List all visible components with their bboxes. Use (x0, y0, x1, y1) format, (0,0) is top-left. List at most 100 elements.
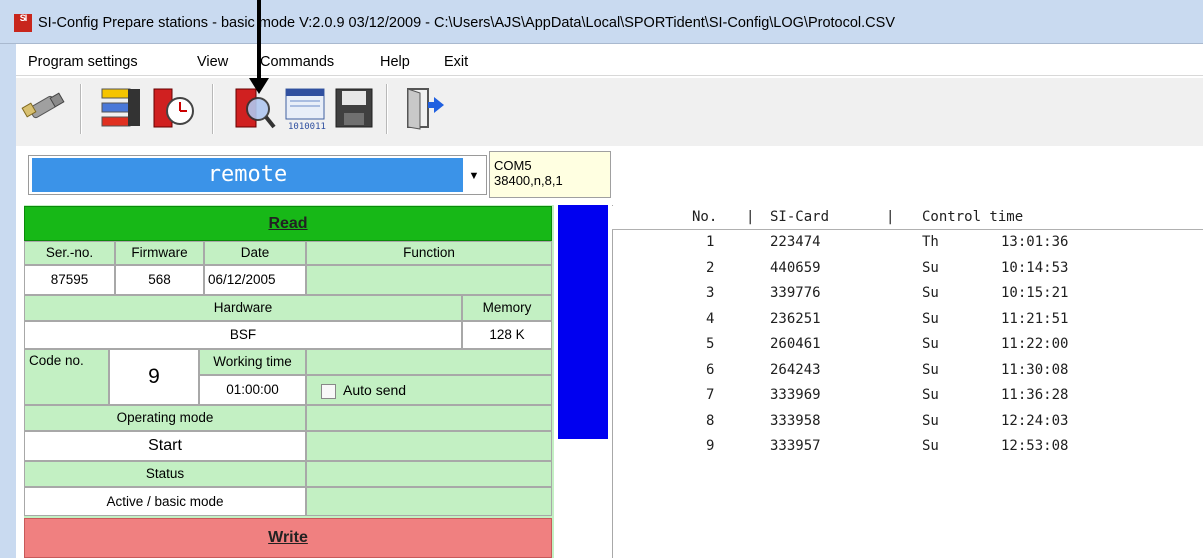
hardware-value: BSF (24, 321, 462, 349)
read-button-label: Read (268, 215, 308, 232)
date-header: Date (204, 241, 306, 265)
row-time: 10:15:21 (1001, 285, 1069, 301)
row-card: 339776 (770, 285, 821, 301)
row-card: 264243 (770, 362, 821, 378)
row-no: 5 (706, 336, 715, 352)
col-card-header: SI-Card (770, 209, 830, 225)
annotation-arrow-head (249, 78, 269, 94)
operating-mode-spacer (306, 405, 552, 431)
col-no-header: No. (692, 209, 718, 225)
serial-header: Ser.-no. (24, 241, 115, 265)
clock-station-icon[interactable] (150, 83, 198, 133)
row-day: Su (922, 413, 939, 429)
row-card: 333957 (770, 438, 821, 454)
row-time: 11:21:51 (1001, 311, 1069, 327)
auto-send-checkbox[interactable] (321, 384, 336, 399)
memory-header: Memory (462, 295, 552, 321)
row-no: 2 (706, 260, 715, 276)
serial-value: 87595 (24, 265, 115, 295)
status-header: Status (24, 461, 306, 487)
row-card: 223474 (770, 234, 821, 250)
menu-view[interactable]: View (197, 54, 228, 70)
annotation-arrow-line (257, 0, 261, 82)
row-no: 3 (706, 285, 715, 301)
auto-send-cell: Auto send (306, 375, 552, 405)
operating-mode-value[interactable]: Start (24, 431, 306, 461)
menu-program-settings[interactable]: Program settings (28, 54, 138, 70)
toolbar-separator (386, 84, 388, 134)
row-day: Th (922, 234, 939, 250)
stations-icon[interactable] (98, 83, 146, 133)
toolbar-separator (212, 84, 214, 134)
toolbar-separator (80, 84, 82, 134)
row-card: 236251 (770, 311, 821, 327)
backup-memory-icon[interactable]: 1010011 (280, 83, 328, 133)
operating-mode-header: Operating mode (24, 405, 306, 431)
code-no-value: 9 (109, 349, 199, 405)
chevron-down-icon[interactable]: ▼ (465, 158, 483, 192)
date-value: 06/12/2005 (204, 265, 306, 295)
row-day: Su (922, 260, 939, 276)
code-no-header: Code no. (24, 349, 109, 405)
row-card: 333969 (770, 387, 821, 403)
save-icon[interactable] (330, 83, 378, 133)
write-button[interactable]: Write (24, 518, 552, 558)
punch-list[interactable] (612, 205, 1203, 558)
row-no: 9 (706, 438, 715, 454)
menu-bar: Program settings View Commands Help Exit (16, 50, 1203, 76)
row-time: 13:01:36 (1001, 234, 1069, 250)
hardware-header: Hardware (24, 295, 462, 321)
menu-exit[interactable]: Exit (444, 54, 468, 70)
write-button-label: Write (268, 529, 308, 546)
window-border (0, 44, 16, 558)
com-port-settings: 38400,n,8,1 (494, 173, 563, 188)
row-time: 11:30:08 (1001, 362, 1069, 378)
row-day: Su (922, 311, 939, 327)
row-card: 260461 (770, 336, 821, 352)
station-mode-value[interactable]: remote (32, 158, 463, 192)
row-card: 333958 (770, 413, 821, 429)
app-icon[interactable]: SI (14, 14, 32, 32)
row-day: Su (922, 387, 939, 403)
menu-commands[interactable]: Commands (260, 54, 334, 70)
working-time-header: Working time (199, 349, 306, 375)
status-spacer (306, 461, 552, 487)
status-value: Active / basic mode (24, 487, 306, 516)
auto-send-label: Auto send (343, 382, 407, 398)
row-day: Su (922, 285, 939, 301)
row-no: 8 (706, 413, 715, 429)
menu-help[interactable]: Help (380, 54, 410, 70)
punch-list-header: No. | SI-Card | Control time (612, 206, 1203, 230)
row-no: 4 (706, 311, 715, 327)
row-time: 11:36:28 (1001, 387, 1069, 403)
com-port-info: COM5 38400,n,8,1 (489, 151, 611, 198)
row-day: Su (922, 336, 939, 352)
status-blank (306, 487, 552, 516)
row-no: 7 (706, 387, 715, 403)
firmware-value: 568 (115, 265, 204, 295)
connect-icon[interactable] (20, 83, 68, 133)
row-no: 1 (706, 234, 715, 250)
row-time: 11:22:00 (1001, 336, 1069, 352)
row-time: 10:14:53 (1001, 260, 1069, 276)
function-value (306, 265, 552, 295)
app-icon-text: SI (19, 13, 27, 23)
col-separator: | (886, 209, 895, 225)
working-time-value: 01:00:00 (199, 375, 306, 405)
read-button[interactable]: Read (24, 206, 552, 241)
operating-mode-blank (306, 431, 552, 461)
row-day: Su (922, 438, 939, 454)
toolbar: 1010011 (16, 78, 1203, 146)
memory-value: 128 K (462, 321, 552, 349)
row-no: 6 (706, 362, 715, 378)
memory-fill-bar (558, 205, 608, 439)
window-title: SI-Config Prepare stations - basic mode … (38, 15, 895, 31)
row-card: 440659 (770, 260, 821, 276)
function-header: Function (306, 241, 552, 265)
exit-icon[interactable] (400, 83, 448, 133)
firmware-header: Firmware (115, 241, 204, 265)
row-time: 12:24:03 (1001, 413, 1069, 429)
working-time-spacer (306, 349, 552, 375)
row-time: 12:53:08 (1001, 438, 1069, 454)
col-time-header: Control time (922, 209, 1024, 225)
